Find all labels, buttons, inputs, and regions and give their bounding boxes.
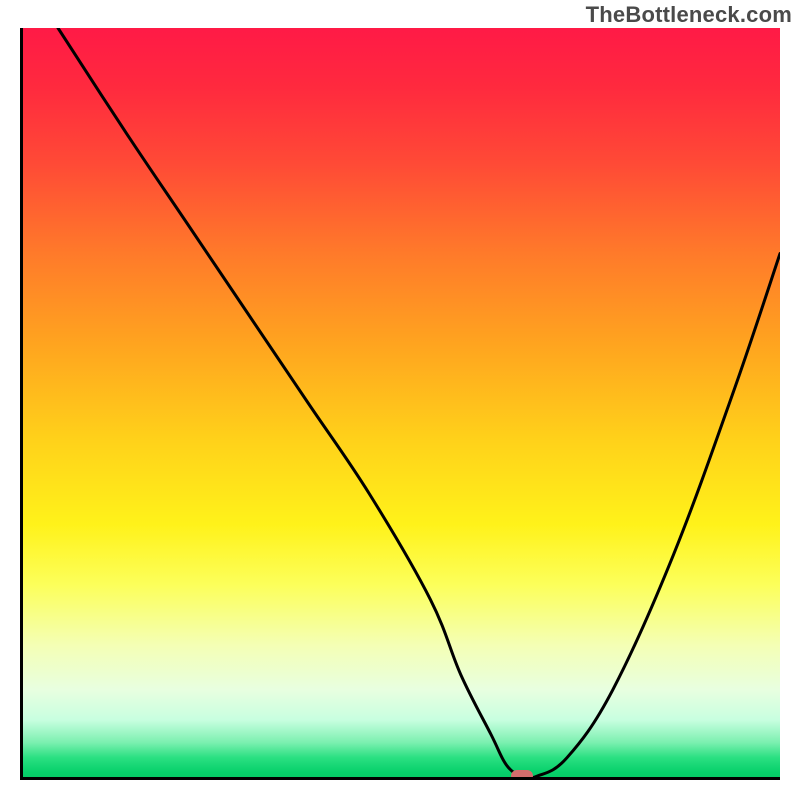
plot-area bbox=[20, 28, 780, 780]
bottleneck-curve bbox=[20, 28, 780, 780]
optimum-marker-icon bbox=[511, 770, 533, 780]
chart-frame: TheBottleneck.com bbox=[0, 0, 800, 800]
watermark-label: TheBottleneck.com bbox=[586, 2, 792, 28]
